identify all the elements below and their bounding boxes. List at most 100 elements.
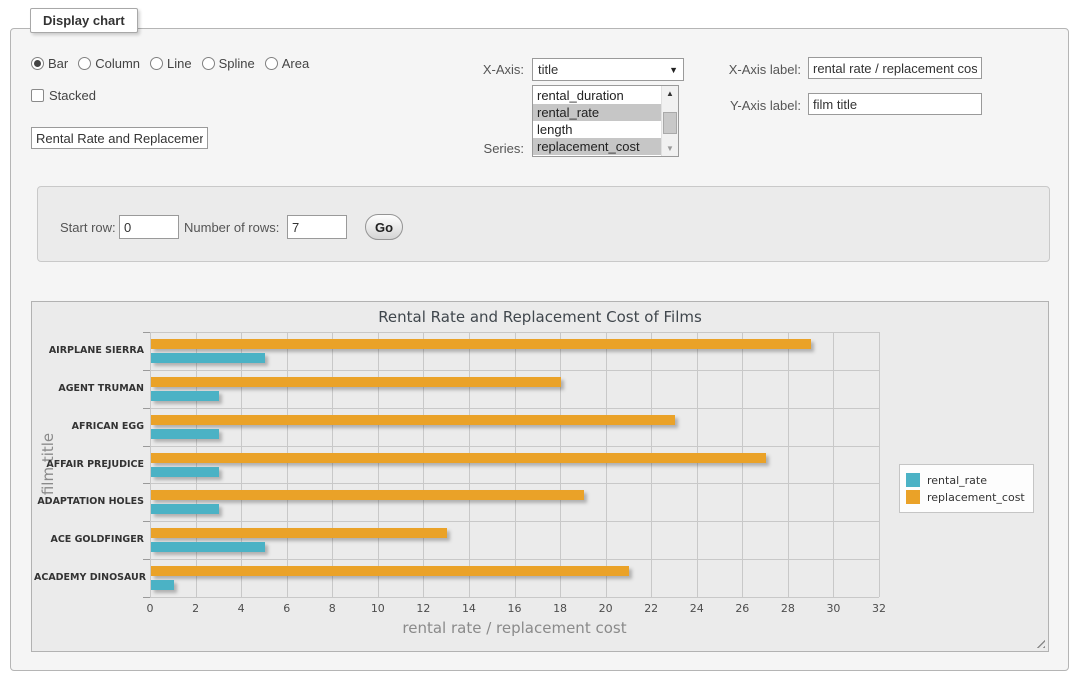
rows-panel: Start row: Number of rows: Go bbox=[37, 186, 1050, 262]
start-row-input[interactable] bbox=[119, 215, 179, 239]
series-listbox[interactable]: rental_durationrental_ratelengthreplacem… bbox=[532, 85, 679, 157]
radio-column-icon[interactable] bbox=[78, 57, 91, 70]
bar-rental_rate[interactable] bbox=[151, 467, 219, 477]
x-tick-label: 18 bbox=[545, 602, 575, 615]
num-rows-input[interactable] bbox=[287, 215, 347, 239]
gridline-h bbox=[150, 483, 879, 484]
go-button[interactable]: Go bbox=[365, 214, 403, 240]
stacked-option[interactable]: Stacked bbox=[31, 88, 96, 103]
x-tick-label: 4 bbox=[226, 602, 256, 615]
scrollbar-thumb[interactable] bbox=[663, 112, 677, 134]
category-label: AIRPLANE SIERRA bbox=[34, 345, 144, 356]
series-label: Series: bbox=[391, 141, 524, 156]
x-tick-label: 12 bbox=[408, 602, 438, 615]
gridline-v bbox=[879, 332, 880, 597]
category-label: AFRICAN EGG bbox=[34, 421, 144, 432]
bar-replacement_cost[interactable] bbox=[151, 415, 675, 425]
bar-replacement_cost[interactable] bbox=[151, 453, 766, 463]
scroll-down-icon[interactable]: ▼ bbox=[662, 141, 678, 156]
bar-replacement_cost[interactable] bbox=[151, 490, 584, 500]
bar-replacement_cost[interactable] bbox=[151, 566, 629, 576]
bar-replacement_cost[interactable] bbox=[151, 339, 811, 349]
chart-type-label: Column bbox=[95, 56, 140, 71]
bar-rental_rate[interactable] bbox=[151, 580, 174, 590]
stacked-label: Stacked bbox=[49, 88, 96, 103]
gridline-v bbox=[196, 332, 197, 597]
x-axis-select-label: X-Axis: bbox=[391, 62, 524, 77]
x-tick-label: 20 bbox=[591, 602, 621, 615]
series-option-length[interactable]: length bbox=[533, 121, 661, 138]
category-label: AGENT TRUMAN bbox=[34, 383, 144, 394]
x-axis-label-input[interactable] bbox=[808, 57, 982, 79]
y-axis-tick bbox=[143, 408, 150, 409]
stacked-checkbox[interactable] bbox=[31, 89, 44, 102]
gridline-h bbox=[150, 521, 879, 522]
gridline-h bbox=[150, 370, 879, 371]
legend-swatch-replacement_cost bbox=[906, 490, 920, 504]
gridline-v bbox=[515, 332, 516, 597]
gridline-v bbox=[241, 332, 242, 597]
chart-type-line[interactable]: Line bbox=[150, 56, 192, 71]
chart-type-label: Spline bbox=[219, 56, 255, 71]
chart-type-column[interactable]: Column bbox=[78, 56, 140, 71]
x-tick-label: 14 bbox=[454, 602, 484, 615]
chart-type-row: Bar Column Line Spline Area bbox=[31, 56, 319, 73]
x-tick-label: 8 bbox=[317, 602, 347, 615]
y-axis-tick bbox=[143, 559, 150, 560]
display-chart-fieldset: BarColumnLineSplineArea Stacked X-Axis: … bbox=[10, 28, 1069, 671]
chart-legend: rental_rate replacement_cost bbox=[899, 464, 1034, 513]
y-axis-tick bbox=[143, 370, 150, 371]
gridline-v bbox=[469, 332, 470, 597]
gridline-v bbox=[606, 332, 607, 597]
bar-replacement_cost[interactable] bbox=[151, 528, 447, 538]
radio-bar-icon[interactable] bbox=[31, 57, 44, 70]
gridline-v bbox=[378, 332, 379, 597]
bar-replacement_cost[interactable] bbox=[151, 377, 561, 387]
series-listbox-options: rental_durationrental_ratelengthreplacem… bbox=[533, 86, 661, 156]
y-axis-tick bbox=[143, 483, 150, 484]
y-axis-tick bbox=[143, 597, 150, 598]
x-tick-label: 26 bbox=[727, 602, 757, 615]
chart-plot-area bbox=[150, 332, 879, 597]
chart-panel: Rental Rate and Replacement Cost of Film… bbox=[31, 301, 1049, 652]
y-axis-tick bbox=[143, 332, 150, 333]
chart-title: Rental Rate and Replacement Cost of Film… bbox=[32, 308, 1048, 326]
legend-label: replacement_cost bbox=[927, 491, 1025, 504]
category-label: ACADEMY DINOSAUR bbox=[34, 572, 144, 583]
radio-area-icon[interactable] bbox=[265, 57, 278, 70]
x-tick-label: 22 bbox=[636, 602, 666, 615]
bar-rental_rate[interactable] bbox=[151, 504, 219, 514]
bar-rental_rate[interactable] bbox=[151, 391, 219, 401]
y-axis-label-input[interactable] bbox=[808, 93, 982, 115]
x-axis-selected-value: title bbox=[538, 62, 558, 77]
resize-handle-icon[interactable] bbox=[1033, 636, 1045, 648]
chart-type-spline[interactable]: Spline bbox=[202, 56, 255, 71]
gridline-v bbox=[788, 332, 789, 597]
gridline-h bbox=[150, 559, 879, 560]
gridline-v bbox=[287, 332, 288, 597]
chart-type-label: Bar bbox=[48, 56, 68, 71]
series-option-rental_duration[interactable]: rental_duration bbox=[533, 87, 661, 104]
chart-type-bar[interactable]: Bar bbox=[31, 56, 68, 71]
chart-title-input[interactable] bbox=[31, 127, 208, 149]
series-option-replacement_cost[interactable]: replacement_cost bbox=[533, 138, 661, 155]
num-rows-label: Number of rows: bbox=[184, 220, 279, 235]
chart-type-area[interactable]: Area bbox=[265, 56, 309, 71]
series-option-rental_rate[interactable]: rental_rate bbox=[533, 104, 661, 121]
category-label: ACE GOLDFINGER bbox=[34, 534, 144, 545]
bar-rental_rate[interactable] bbox=[151, 429, 219, 439]
bar-rental_rate[interactable] bbox=[151, 542, 265, 552]
legend-label: rental_rate bbox=[927, 474, 987, 487]
bar-rental_rate[interactable] bbox=[151, 353, 265, 363]
gridline-v bbox=[697, 332, 698, 597]
start-row-label: Start row: bbox=[60, 220, 116, 235]
radio-spline-icon[interactable] bbox=[202, 57, 215, 70]
x-tick-label: 16 bbox=[500, 602, 530, 615]
series-scrollbar[interactable]: ▲ ▼ bbox=[661, 86, 678, 156]
gridline-v bbox=[833, 332, 834, 597]
x-axis-label-caption: X-Axis label: bbox=[661, 62, 801, 77]
legend-item: replacement_cost bbox=[906, 490, 1025, 504]
radio-line-icon[interactable] bbox=[150, 57, 163, 70]
x-tick-label: 32 bbox=[864, 602, 894, 615]
gridline-v bbox=[150, 332, 151, 597]
